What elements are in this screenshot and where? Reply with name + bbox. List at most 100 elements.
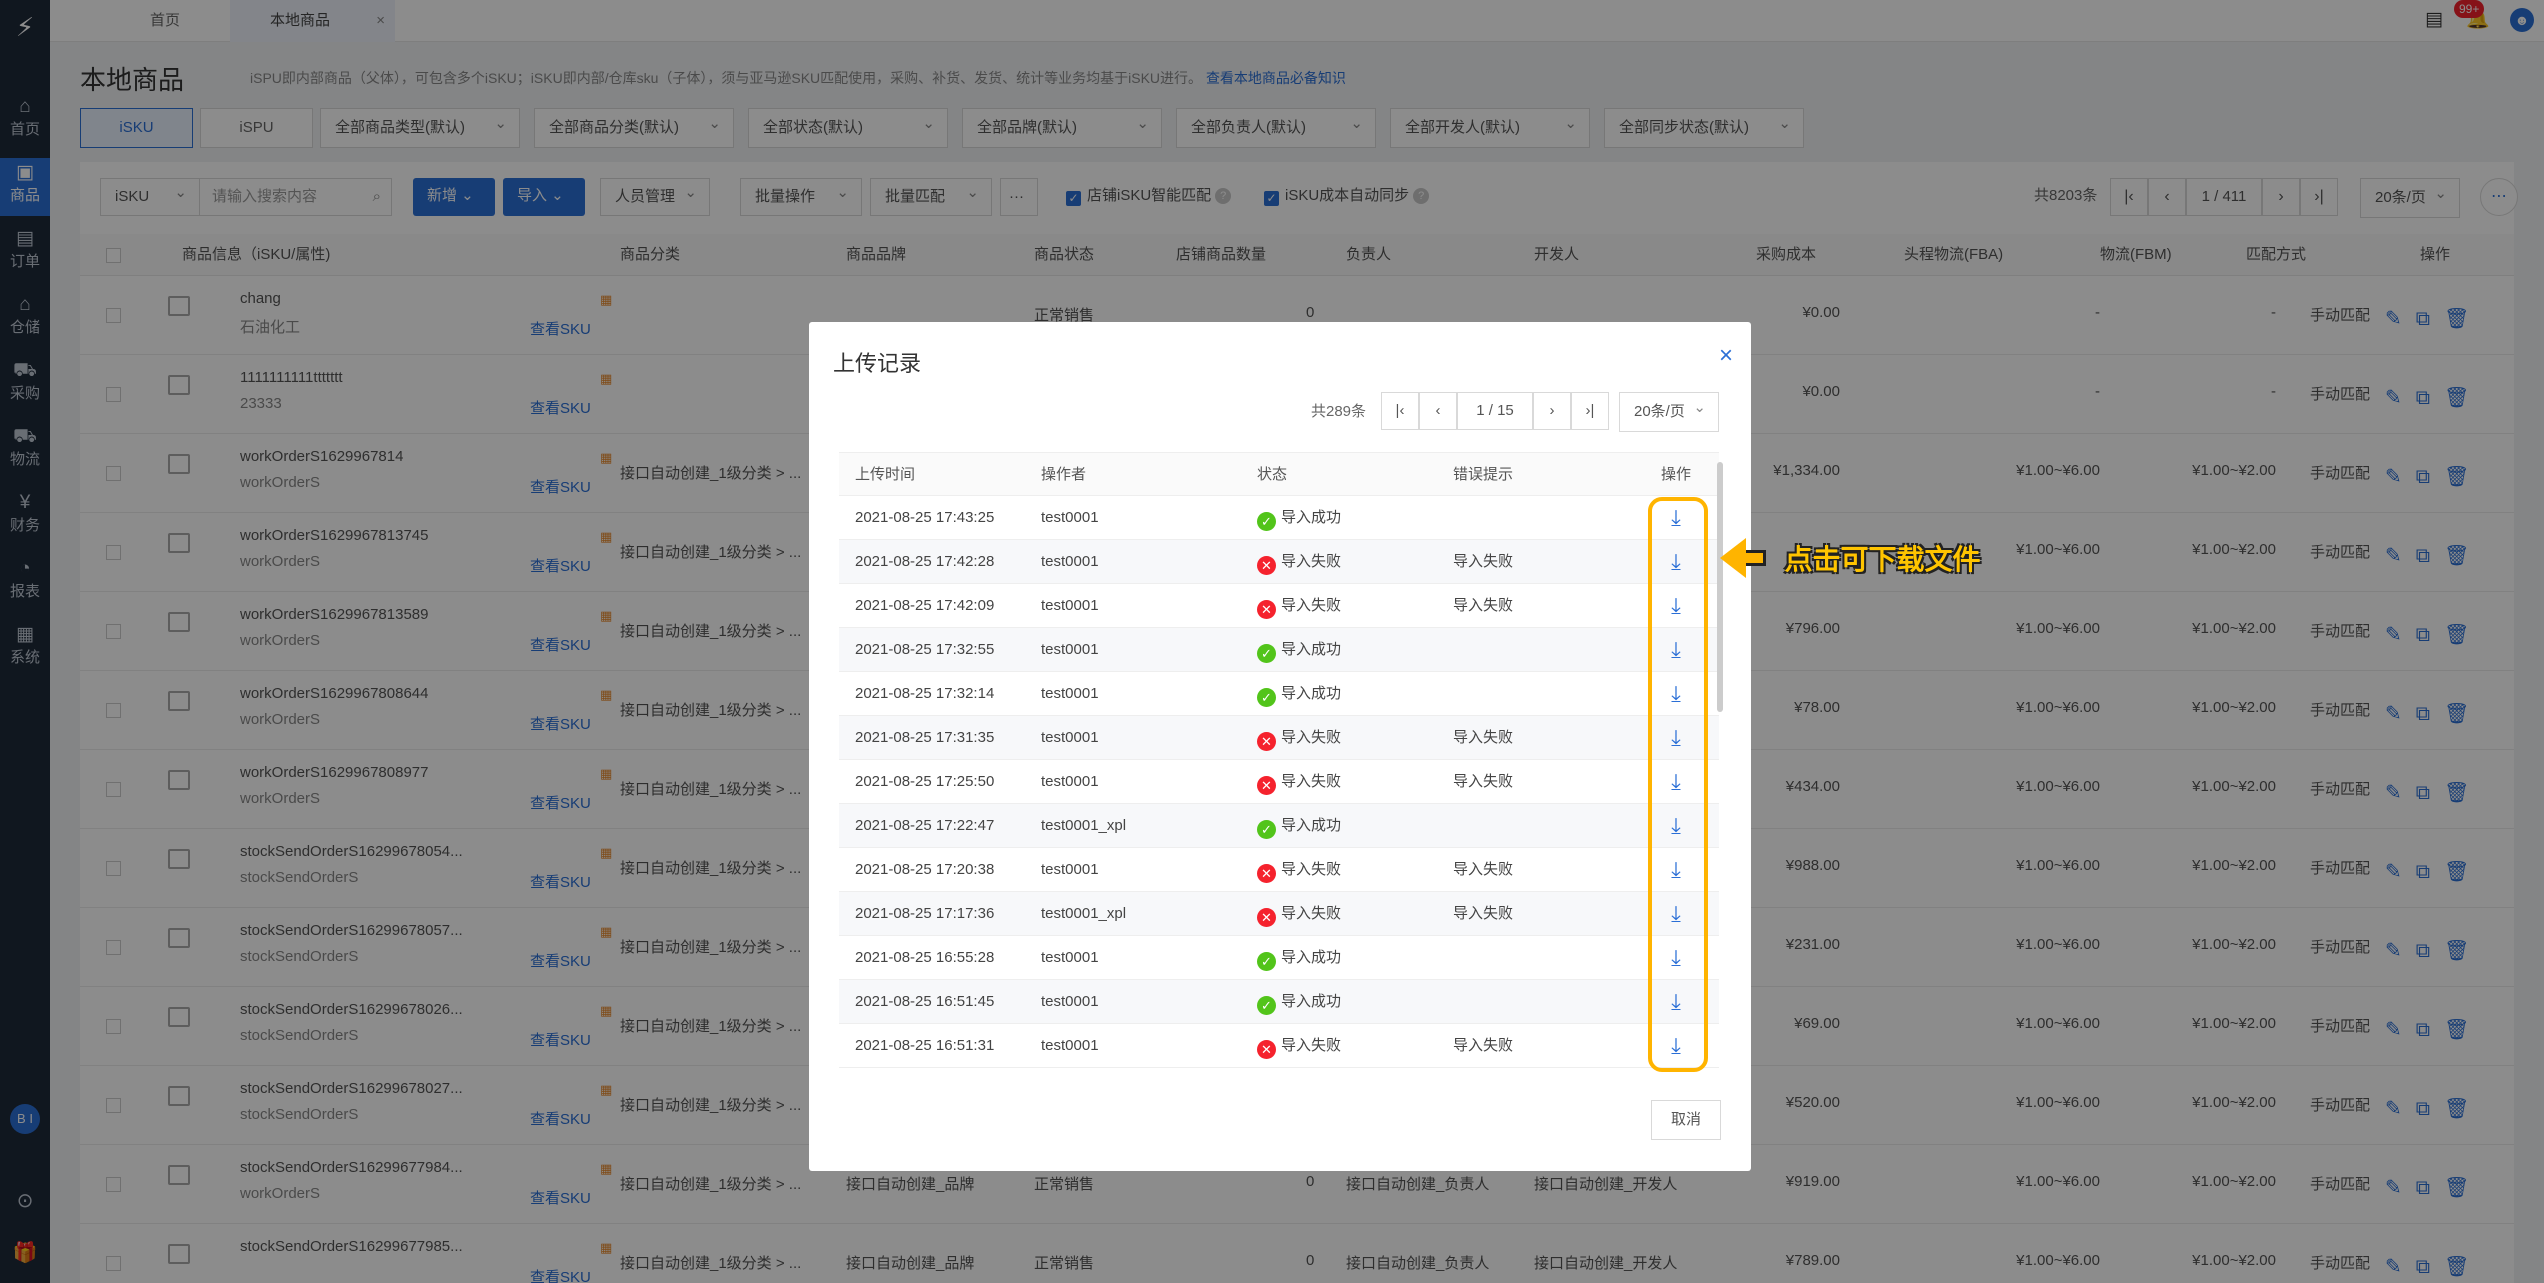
status-cell: ✓ 导入成功 <box>1241 496 1341 540</box>
status-text: 导入成功 <box>1281 817 1342 834</box>
upload-time: 2021-08-25 17:31:35 <box>855 729 995 746</box>
upload-record-row: 2021-08-25 17:20:38 test0001 ✕ 导入失败 导入失败 ⤓ <box>839 848 1719 892</box>
operator: test0001 <box>1041 949 1099 966</box>
error-icon: ✕ <box>1257 600 1276 619</box>
download-callout: 点击可下载文件 <box>1720 538 1980 578</box>
error-icon: ✕ <box>1257 776 1276 795</box>
status-cell: ✕ 导入失败 <box>1241 892 1341 936</box>
upload-time: 2021-08-25 17:43:25 <box>855 509 995 526</box>
modal-total: 共289条 <box>1311 403 1367 420</box>
upload-record-row: 2021-08-25 17:42:09 test0001 ✕ 导入失败 导入失败 ⤓ <box>839 584 1719 628</box>
upload-record-row: 2021-08-25 17:32:55 test0001 ✓ 导入成功 ⤓ <box>839 628 1719 672</box>
operator: test0001 <box>1041 993 1099 1010</box>
modal-page-indicator[interactable]: 1 / 15 <box>1457 392 1533 430</box>
upload-record-row: 2021-08-25 17:42:28 test0001 ✕ 导入失败 导入失败 ⤓ <box>839 540 1719 584</box>
error-hint: 导入失败 <box>1453 773 1514 790</box>
error-icon: ✕ <box>1257 732 1276 751</box>
status-text: 导入失败 <box>1281 553 1342 570</box>
status-text: 导入成功 <box>1281 509 1342 526</box>
upload-record-row: 2021-08-25 17:17:36 test0001_xpl ✕ 导入失败 导入失败… <box>839 892 1719 936</box>
operator: test0001 <box>1041 861 1099 878</box>
error-hint: 导入失败 <box>1453 729 1514 746</box>
status-text: 导入失败 <box>1281 597 1342 614</box>
last-page-button[interactable]: ›| <box>1571 392 1609 430</box>
status-text: 导入成功 <box>1281 993 1342 1010</box>
page-number: 1 <box>1476 402 1485 419</box>
modal-scrollbar[interactable] <box>1717 462 1723 712</box>
upload-time: 2021-08-25 17:42:28 <box>855 553 995 570</box>
th-upload-time: 上传时间 <box>855 466 916 483</box>
prev-page-button[interactable]: ‹ <box>1419 392 1457 430</box>
error-hint: 导入失败 <box>1453 905 1514 922</box>
operator: test0001 <box>1041 553 1099 570</box>
close-icon[interactable]: × <box>1719 344 1733 368</box>
error-hint <box>1437 980 1453 1024</box>
status-cell: ✓ 导入成功 <box>1241 980 1341 1024</box>
status-text: 导入成功 <box>1281 949 1342 966</box>
upload-record-row: 2021-08-25 17:43:25 test0001 ✓ 导入成功 ⤓ <box>839 496 1719 540</box>
th-error: 错误提示 <box>1453 466 1514 483</box>
first-page-button[interactable]: |‹ <box>1381 392 1419 430</box>
status-text: 导入失败 <box>1281 1037 1342 1054</box>
error-hint <box>1437 936 1453 980</box>
upload-record-row: 2021-08-25 16:55:28 test0001 ✓ 导入成功 ⤓ <box>839 936 1719 980</box>
upload-record-row: 2021-08-25 16:51:31 test0001 ✕ 导入失败 导入失败 ⤓ <box>839 1024 1719 1068</box>
error-hint <box>1437 628 1453 672</box>
modal-table-header: 上传时间 操作者 状态 错误提示 操作 <box>839 452 1719 496</box>
upload-time: 2021-08-25 17:25:50 <box>855 773 995 790</box>
operator: test0001_xpl <box>1041 817 1127 834</box>
upload-record-row: 2021-08-25 17:25:50 test0001 ✕ 导入失败 导入失败 ⤓ <box>839 760 1719 804</box>
success-icon: ✓ <box>1257 996 1276 1015</box>
status-cell: ✕ 导入失败 <box>1241 760 1341 804</box>
modal-title: 上传记录 <box>833 351 922 376</box>
arrow-left-icon <box>1720 538 1746 578</box>
upload-time: 2021-08-25 17:22:47 <box>855 817 995 834</box>
operator: test0001 <box>1041 729 1099 746</box>
status-text: 导入失败 <box>1281 773 1342 790</box>
cancel-button[interactable]: 取消 <box>1651 1100 1721 1140</box>
operator: test0001 <box>1041 597 1099 614</box>
status-cell: ✕ 导入失败 <box>1241 1024 1341 1068</box>
upload-time: 2021-08-25 17:32:14 <box>855 685 995 702</box>
upload-time: 2021-08-25 16:51:31 <box>855 1037 995 1054</box>
modal-page-size-select[interactable]: 20条/页 <box>1619 392 1719 432</box>
status-cell: ✓ 导入成功 <box>1241 936 1341 980</box>
page-total: / 15 <box>1488 402 1514 419</box>
operator: test0001 <box>1041 1037 1099 1054</box>
status-cell: ✓ 导入成功 <box>1241 672 1341 716</box>
status-cell: ✕ 导入失败 <box>1241 584 1341 628</box>
arrow-tail <box>1744 550 1766 566</box>
upload-record-row: 2021-08-25 17:31:35 test0001 ✕ 导入失败 导入失败 ⤓ <box>839 716 1719 760</box>
operator: test0001_xpl <box>1041 905 1127 922</box>
status-cell: ✓ 导入成功 <box>1241 628 1341 672</box>
error-hint: 导入失败 <box>1453 553 1514 570</box>
th-operator: 操作者 <box>1041 466 1087 483</box>
upload-time: 2021-08-25 17:20:38 <box>855 861 995 878</box>
success-icon: ✓ <box>1257 820 1276 839</box>
next-page-button[interactable]: › <box>1533 392 1571 430</box>
success-icon: ✓ <box>1257 952 1276 971</box>
success-icon: ✓ <box>1257 688 1276 707</box>
error-hint: 导入失败 <box>1453 597 1514 614</box>
operator: test0001 <box>1041 685 1099 702</box>
error-hint <box>1437 496 1453 540</box>
status-text: 导入失败 <box>1281 905 1342 922</box>
success-icon: ✓ <box>1257 644 1276 663</box>
error-icon: ✕ <box>1257 908 1276 927</box>
th-status: 状态 <box>1257 466 1288 483</box>
success-icon: ✓ <box>1257 512 1276 531</box>
status-cell: ✕ 导入失败 <box>1241 540 1341 584</box>
status-text: 导入失败 <box>1281 861 1342 878</box>
download-column-highlight <box>1648 497 1708 1072</box>
error-hint: 导入失败 <box>1453 1037 1514 1054</box>
error-hint <box>1437 804 1453 848</box>
upload-time: 2021-08-25 17:42:09 <box>855 597 995 614</box>
status-cell: ✓ 导入成功 <box>1241 804 1341 848</box>
operator: test0001 <box>1041 641 1099 658</box>
upload-record-row: 2021-08-25 17:22:47 test0001_xpl ✓ 导入成功 ⤓ <box>839 804 1719 848</box>
status-cell: ✕ 导入失败 <box>1241 716 1341 760</box>
status-text: 导入失败 <box>1281 729 1342 746</box>
error-icon: ✕ <box>1257 1040 1276 1059</box>
upload-time: 2021-08-25 17:17:36 <box>855 905 995 922</box>
upload-time: 2021-08-25 16:51:45 <box>855 993 995 1010</box>
